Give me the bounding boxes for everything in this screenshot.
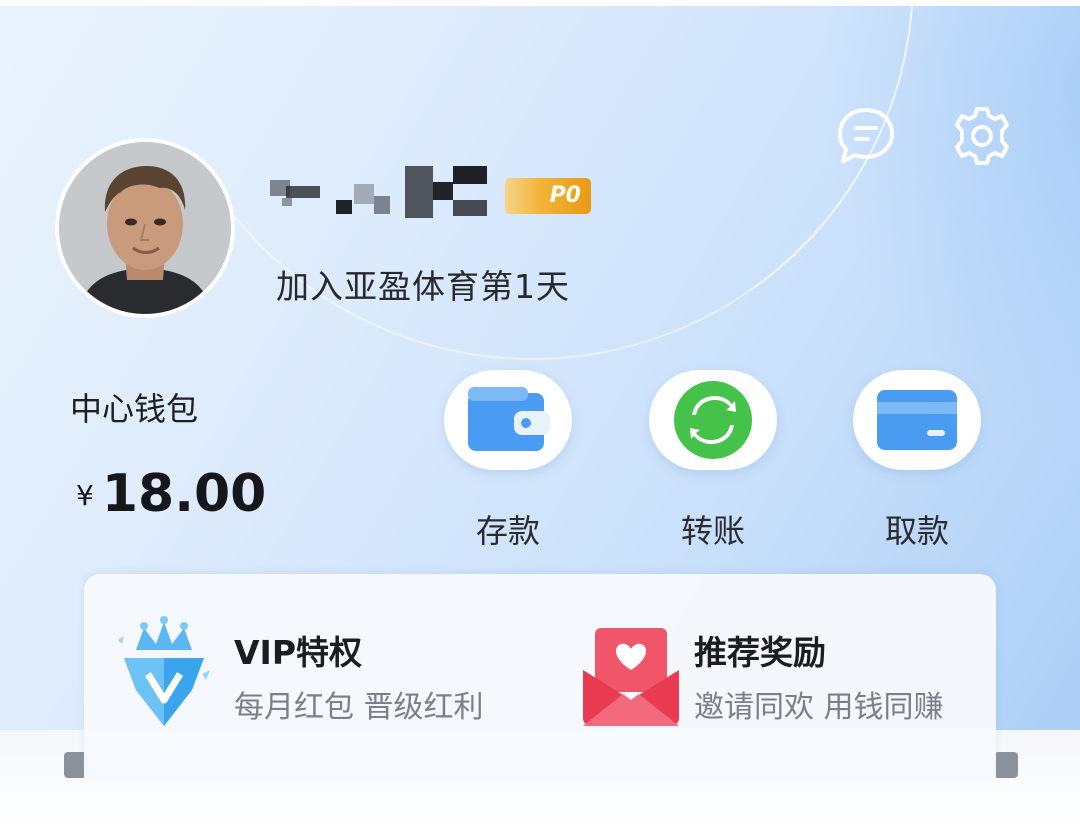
join-days-text: 加入亚盈体育第1天	[276, 267, 570, 306]
vip-title: VIP特权	[234, 633, 363, 672]
avatar-photo	[59, 142, 231, 314]
diamond-crown-icon	[118, 616, 210, 726]
deposit-button[interactable]: 存款	[443, 370, 573, 552]
vip-level-badge: P0	[505, 178, 591, 214]
avatar[interactable]	[55, 138, 235, 318]
referral-title: 推荐奖励	[694, 633, 826, 672]
gear-icon[interactable]	[950, 104, 1014, 168]
vip-privilege-entry[interactable]: VIP特权 每月红包 晋级红利	[114, 614, 534, 744]
referral-subtitle: 邀请同欢 用钱同赚	[694, 690, 944, 725]
wallet-balance: ¥18.00	[76, 464, 266, 524]
balance-amount: 18.00	[101, 464, 267, 524]
wallet-icon	[468, 387, 550, 451]
card-icon	[877, 390, 957, 450]
withdraw-icon-circle	[853, 370, 981, 470]
wallet-label: 中心钱包	[70, 390, 199, 428]
withdraw-label: 取款	[884, 512, 949, 550]
transfer-label: 转账	[680, 512, 745, 550]
heart-envelope-icon	[583, 628, 679, 726]
deposit-icon-circle	[444, 370, 572, 470]
card-edge-right	[994, 752, 1018, 778]
withdraw-button[interactable]: 取款	[852, 370, 982, 552]
vip-subtitle: 每月红包 晋级红利	[234, 690, 484, 725]
currency-symbol: ¥	[76, 479, 94, 512]
chat-bubble-icon[interactable]	[834, 104, 898, 168]
transfer-icon	[674, 381, 752, 459]
transfer-button[interactable]: 转账	[648, 370, 778, 552]
referral-reward-entry[interactable]: 推荐奖励 邀请同欢 用钱同赚	[579, 614, 979, 744]
transfer-icon-circle	[649, 370, 777, 470]
username-redacted	[270, 166, 487, 218]
perks-card: VIP特权 每月红包 晋级红利 推荐奖励 邀请同欢 用钱同赚	[84, 574, 996, 778]
deposit-label: 存款	[475, 512, 540, 550]
